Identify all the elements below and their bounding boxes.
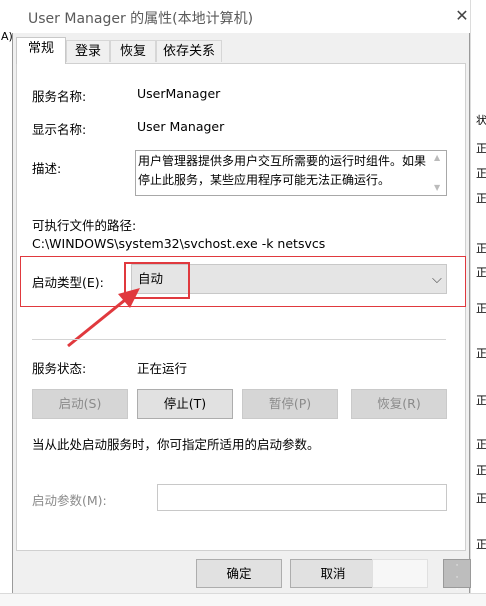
background-status-fragment: 正 [476,347,486,360]
scroll-down-icon[interactable]: ▼ [434,183,440,192]
description-textbox[interactable]: 用户管理器提供多用户交互所需要的运行时组件。如果停止此服务，某些应用程序可能无法… [135,150,447,196]
service-status-label: 服务状态: [32,361,87,376]
background-status-fragment: 状 [476,114,486,127]
tab-label: 依存关系 [162,44,215,59]
background-status-fragment: 正 [476,302,486,315]
stop-button[interactable]: 停止(T) [137,389,233,419]
tab-label: 恢复 [119,44,146,59]
background-status-fragment: 正 [476,142,486,155]
tab-recovery[interactable]: 恢复 [110,40,156,62]
start-button[interactable]: 启动(S) [32,389,128,419]
background-status-fragment: 正 [476,242,486,255]
resume-button[interactable]: 恢复(R) [351,389,447,419]
dialog-title: User Manager 的属性(本地计算机) [28,11,254,27]
service-status-value: 正在运行 [137,361,188,376]
background-taskbar-strip [0,593,486,606]
description-label: 描述: [32,161,62,176]
startup-params-hint: 当从此处启动服务时，你可指定所适用的启动参数。 [32,437,320,452]
description-scrollbar[interactable]: ▲ ▼ [431,151,446,195]
background-status-fragment: 正 [476,438,486,451]
display-name-label: 显示名称: [32,122,87,137]
exe-path-value: C:\WINDOWS\system32\svchost.exe -k netsv… [32,236,326,251]
background-window-right: 状 正 正 正 正 正 正 正 正 正 正 正 正 [470,0,486,605]
pause-button[interactable]: 暂停(P) [242,389,338,419]
apply-button[interactable] [372,559,428,588]
tab-general[interactable]: 常规 [16,37,66,64]
service-name-label: 服务名称: [32,89,87,104]
background-status-fragment: 正 [476,394,486,407]
tab-logon[interactable]: 登录 [66,40,110,62]
background-status-fragment: 正 [476,538,486,551]
annotation-arrow-icon [67,288,140,348]
ok-button[interactable]: 确定 [196,559,282,588]
more-options-icon[interactable]: · · · [443,559,471,595]
service-name-value: UserManager [137,86,221,101]
exe-path-label: 可执行文件的路径: [32,218,137,233]
tab-dependencies[interactable]: 依存关系 [156,40,222,62]
startup-params-input[interactable] [157,484,447,511]
background-status-fragment: 正 [476,167,486,180]
background-status-fragment: 正 [476,464,486,477]
background-status-fragment: 正 [476,192,486,205]
tab-label: 登录 [74,44,101,59]
close-icon[interactable]: ✕ [452,6,472,26]
section-divider [32,339,446,340]
display-name-value: User Manager [137,119,225,134]
tab-label: 常规 [27,41,54,56]
background-status-fragment: 正 [476,492,486,505]
startup-params-label: 启动参数(M): [32,493,107,508]
cancel-button[interactable]: 取消 [290,559,376,588]
scroll-up-icon[interactable]: ▲ [434,153,440,162]
background-status-fragment: 正 [476,266,486,279]
